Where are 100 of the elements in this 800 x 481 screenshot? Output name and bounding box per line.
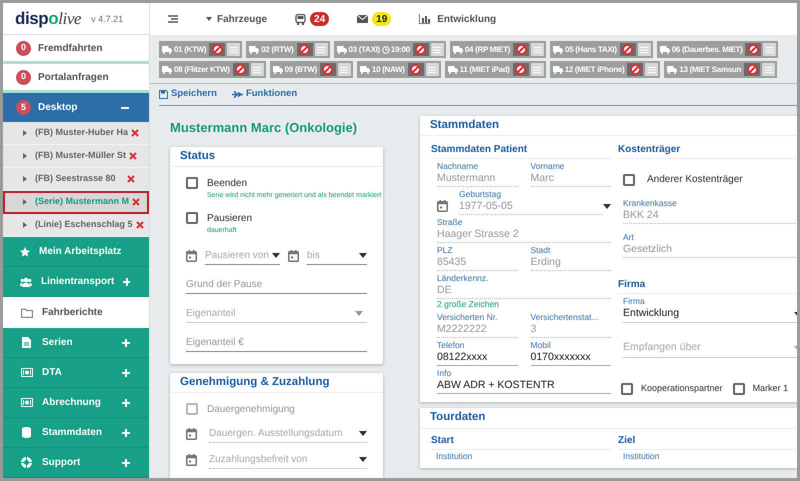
entry-label: (Serie) Mustermann M [35, 195, 130, 208]
menu-icon[interactable] [168, 15, 178, 23]
menu-button[interactable] [762, 63, 776, 76]
vehicle-chip[interactable]: 02 (RTW) [246, 41, 330, 58]
input-field[interactable]: Eigenanteil € [186, 334, 367, 352]
vehicle-chip[interactable]: 08 (Flitzer KTW) [159, 61, 266, 78]
vehicle-chip[interactable]: 09 (BTW) [270, 61, 353, 78]
notification-button[interactable]: 19 [357, 12, 392, 26]
ambulance-icon [272, 66, 283, 74]
desktop-entry[interactable]: (Serie) Mustermann M [3, 191, 149, 214]
checkbox[interactable] [621, 383, 633, 395]
prohibited-icon [235, 64, 246, 75]
vehicle-chip[interactable]: 03 (TAXI) 19:00 [334, 41, 446, 58]
menu-button[interactable] [250, 63, 264, 76]
block-button[interactable] [620, 43, 636, 56]
close-icon[interactable] [136, 221, 144, 229]
date-field[interactable]: Pausieren von [205, 246, 280, 265]
desktop-entry[interactable]: (FB) Muster-Huber Ha [3, 122, 149, 145]
checkbox-label: Beenden [207, 176, 248, 191]
menu-icon [230, 46, 238, 52]
ambulance-icon [452, 46, 463, 54]
block-button[interactable] [745, 43, 762, 56]
desktop-entry[interactable]: (FB) Seestrasse 80 [3, 168, 149, 191]
vehicle-chip[interactable]: 04 (RP MIET) [450, 41, 546, 58]
menu-button[interactable] [763, 43, 776, 56]
sidebar-group[interactable]: Abrechnung [3, 388, 149, 418]
vehicle-label: 04 (RP MIET) [464, 44, 510, 56]
field-label: PLZ [437, 245, 454, 256]
menu-button[interactable] [638, 43, 651, 56]
sidebar-section[interactable]: 5 Desktop [3, 93, 149, 122]
menu-button[interactable] [338, 63, 351, 76]
calendar-icon [186, 454, 197, 466]
input-field[interactable]: Grund der Pause [186, 276, 367, 294]
block-button[interactable] [296, 43, 313, 56]
input-field[interactable]: ABW ADR + KOSTENTR [437, 378, 611, 394]
desktop-entry[interactable]: (FB) Muster-Müller St [3, 145, 149, 168]
vehicle-chip[interactable]: 13 (MIET Samsun [664, 61, 778, 78]
sidebar-group[interactable]: Support [3, 448, 149, 478]
sidebar-group[interactable]: DTA [3, 358, 149, 388]
select-field[interactable]: Eigenanteil [186, 304, 367, 323]
close-icon[interactable] [131, 129, 140, 137]
sidebar-group[interactable]: Stammdaten [3, 418, 149, 448]
chart-icon [419, 14, 430, 24]
menu-button[interactable] [645, 63, 658, 76]
vehicle-chip[interactable]: 06 (Dauerbes. MIET) [656, 41, 778, 58]
vehicle-chip[interactable]: 01 (KTW) [159, 41, 242, 58]
menu-button[interactable] [314, 43, 328, 56]
checkbox-label: Marker 1 [752, 382, 788, 396]
vehicle-label: 05 (Hans TAXI) [565, 44, 617, 56]
sidebar-group[interactable]: Serien [3, 328, 149, 358]
desktop-entry[interactable]: (Linie) Eschenschlag 5 [3, 214, 149, 237]
vehicles-dropdown[interactable]: Fahrzeuge [206, 12, 268, 26]
card-title: Genehmigung & Zuzahlung [170, 372, 383, 393]
select-field[interactable]: Empfangen über [623, 339, 797, 358]
input-field[interactable]: 0170xxxxxxx [530, 350, 611, 366]
input-field[interactable]: 08122xxxx [437, 350, 518, 366]
caret-icon [359, 431, 367, 436]
block-button[interactable] [320, 63, 336, 76]
select-field[interactable]: Entwicklung [623, 306, 797, 324]
block-button[interactable] [513, 43, 530, 56]
menu-button[interactable] [426, 63, 439, 76]
field-label: Straße [437, 217, 464, 228]
vehicle-chip[interactable]: 10 (NAW) [356, 61, 441, 78]
sidebar-label: DTA [42, 366, 63, 380]
caret-icon [603, 204, 611, 210]
block-button[interactable] [512, 63, 529, 76]
vehicle-chip[interactable]: 11 (MIET iPad) [444, 61, 546, 78]
close-icon[interactable] [132, 198, 140, 206]
menu-button[interactable] [227, 43, 240, 56]
toolbar-button[interactable]: Speichern [159, 87, 217, 102]
menu-button[interactable] [530, 63, 544, 76]
checkbox[interactable] [186, 212, 198, 224]
stats-link[interactable]: Entwicklung [419, 12, 496, 26]
date-field[interactable]: bis [307, 246, 367, 265]
vehicle-label: 11 (MIET iPad) [460, 64, 510, 76]
block-button[interactable] [209, 43, 226, 56]
checkbox[interactable] [623, 174, 635, 186]
block-button[interactable] [744, 63, 760, 76]
block-button[interactable] [627, 63, 644, 76]
section-title: Start [431, 433, 611, 450]
vehicle-chip[interactable]: 05 (Hans TAXI) [550, 41, 653, 58]
field-label: Telefon [437, 340, 466, 350]
close-icon[interactable] [129, 152, 137, 160]
sidebar-group[interactable]: Linientransport [3, 267, 149, 297]
toolbar-button[interactable]: Funktionen [232, 87, 298, 102]
field-label: Firma [623, 296, 646, 306]
prohibited-icon [746, 64, 758, 75]
checkbox[interactable] [732, 383, 745, 395]
sidebar-group[interactable]: Mein Arbeitsplatz [3, 237, 149, 267]
block-button[interactable] [408, 63, 424, 76]
block-button[interactable] [412, 43, 429, 56]
count-badge: 24 [310, 12, 330, 26]
menu-icon [648, 66, 656, 72]
block-button[interactable] [232, 63, 249, 76]
checkbox[interactable] [186, 176, 198, 189]
vehicle-chip[interactable]: 12 (MIET iPhone) [550, 61, 660, 78]
close-icon[interactable] [127, 175, 135, 183]
menu-button[interactable] [531, 43, 544, 56]
notification-button[interactable]: 24 [295, 12, 330, 26]
menu-button[interactable] [430, 43, 444, 56]
